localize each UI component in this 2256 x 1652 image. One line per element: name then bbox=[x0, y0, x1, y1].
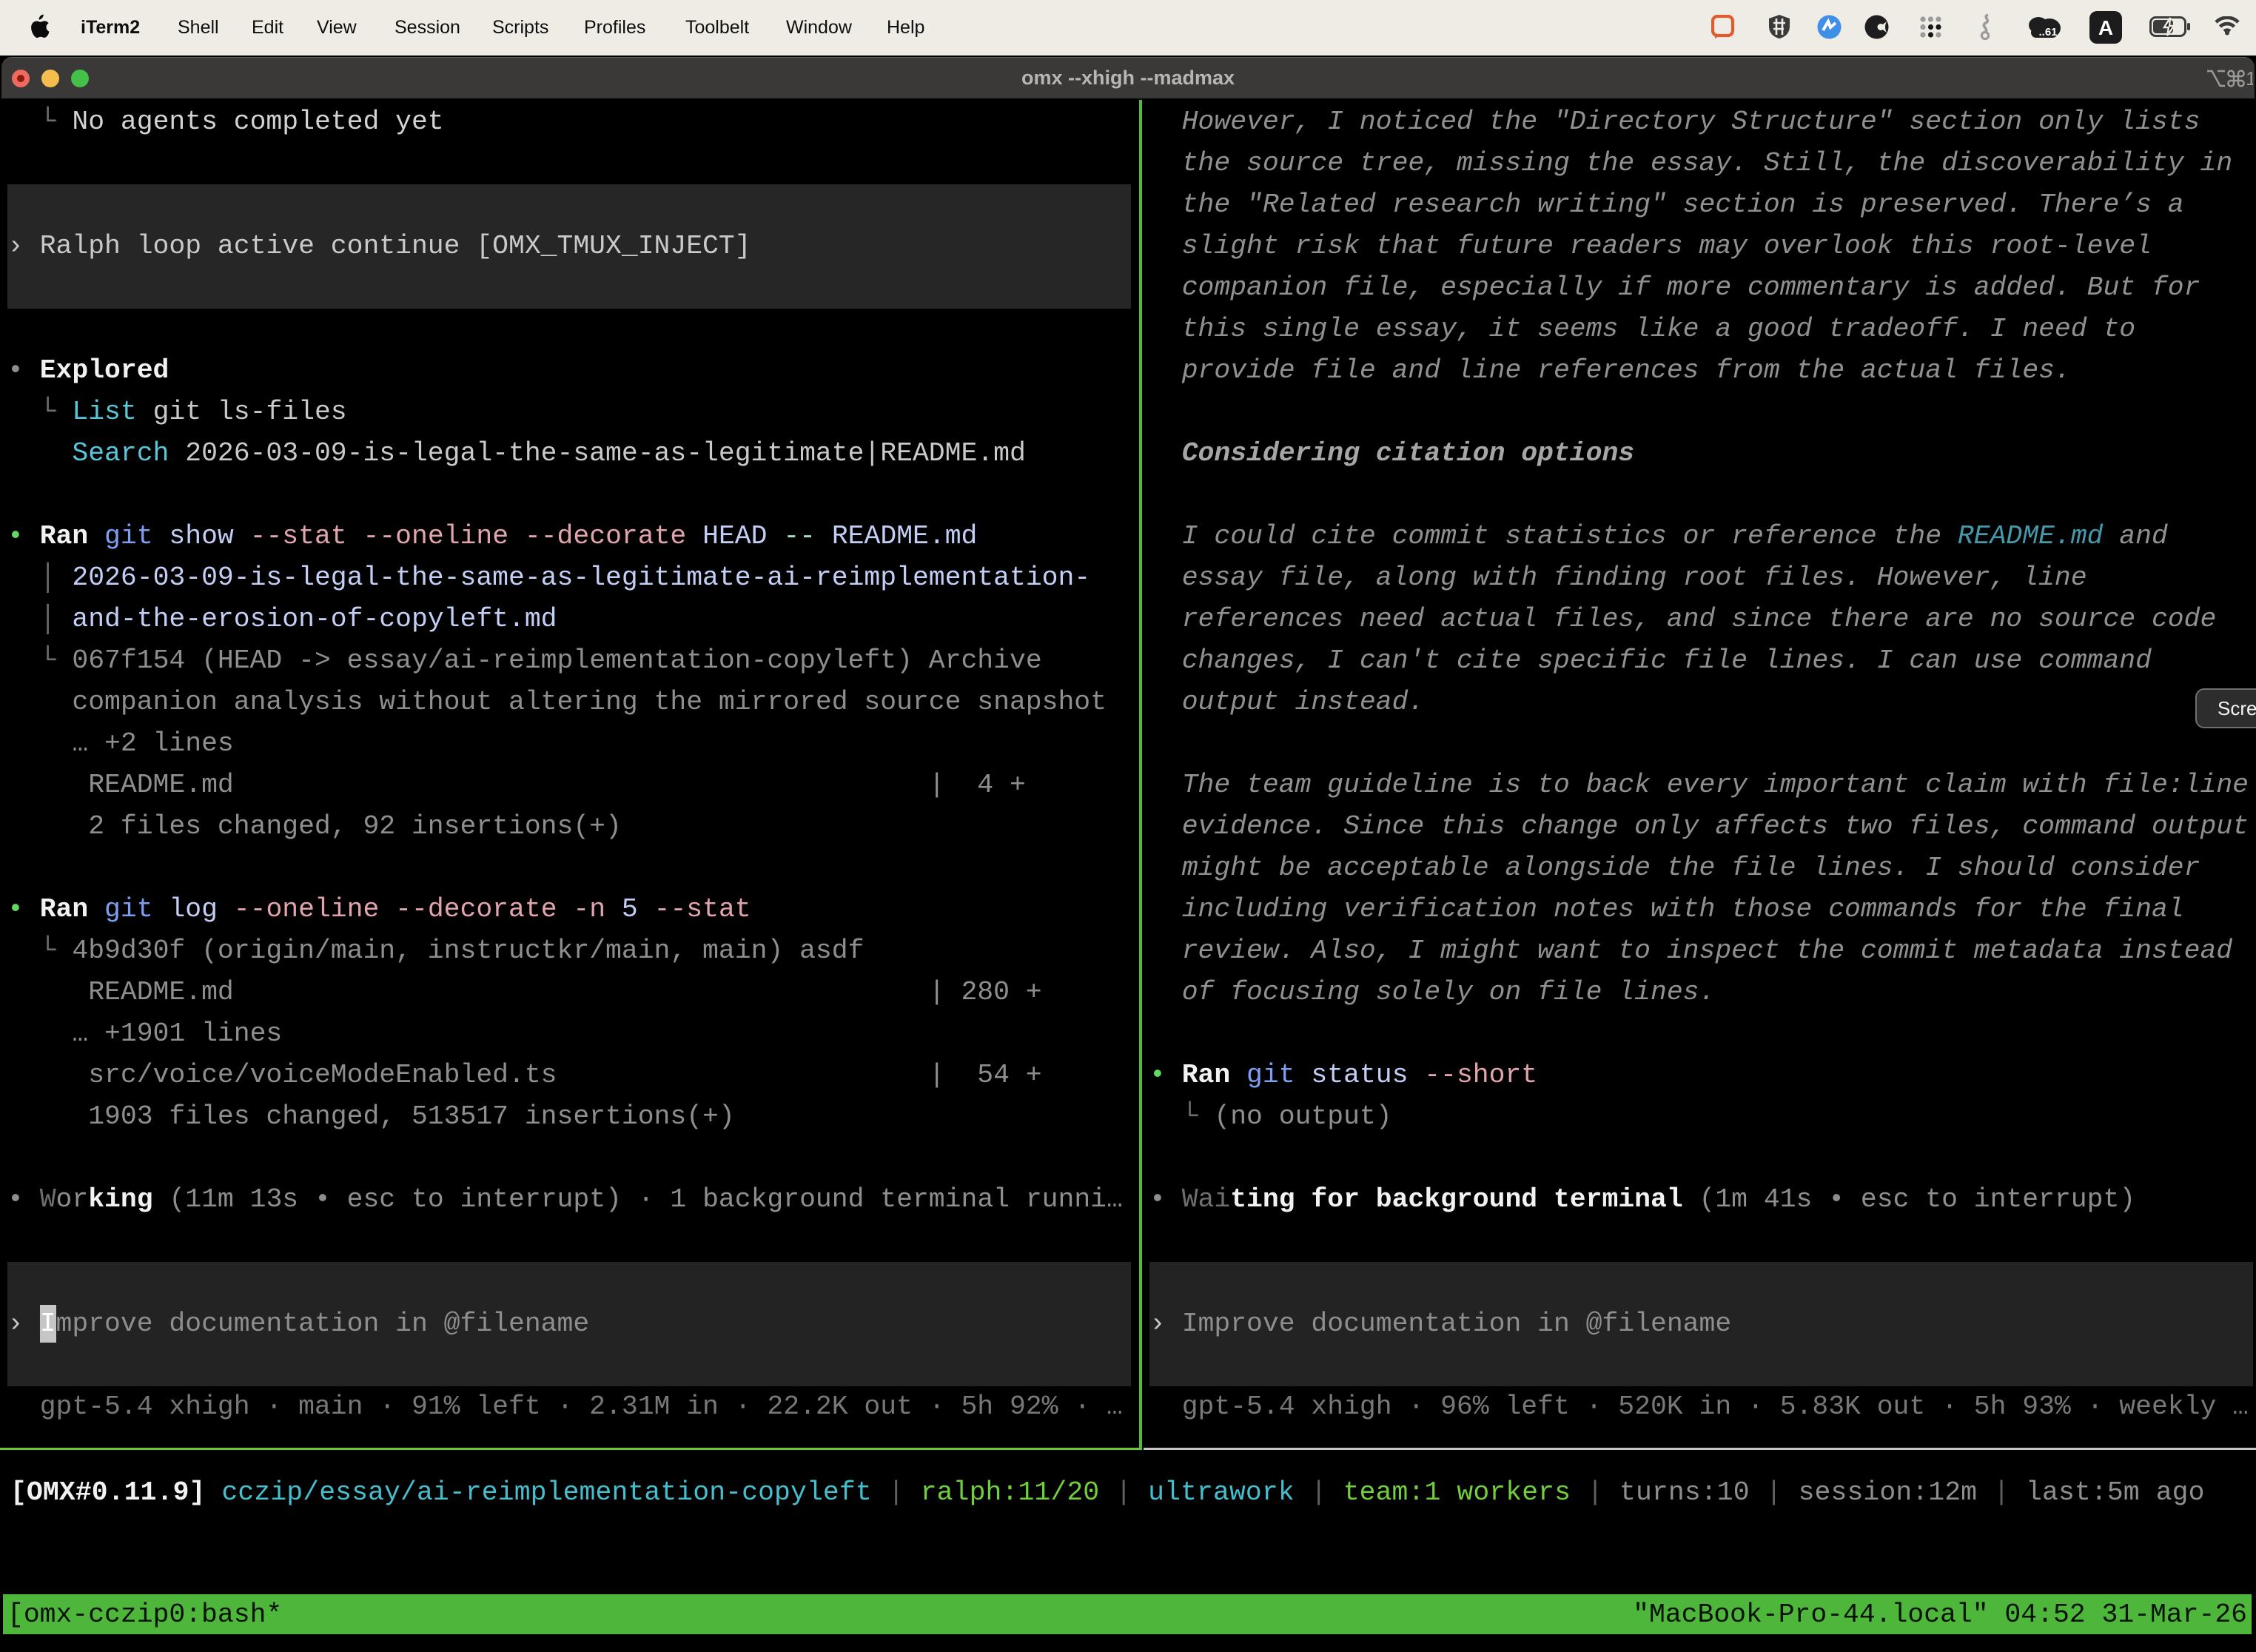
svg-text:A: A bbox=[2098, 16, 2113, 39]
svg-text:..61: ..61 bbox=[2038, 26, 2057, 38]
